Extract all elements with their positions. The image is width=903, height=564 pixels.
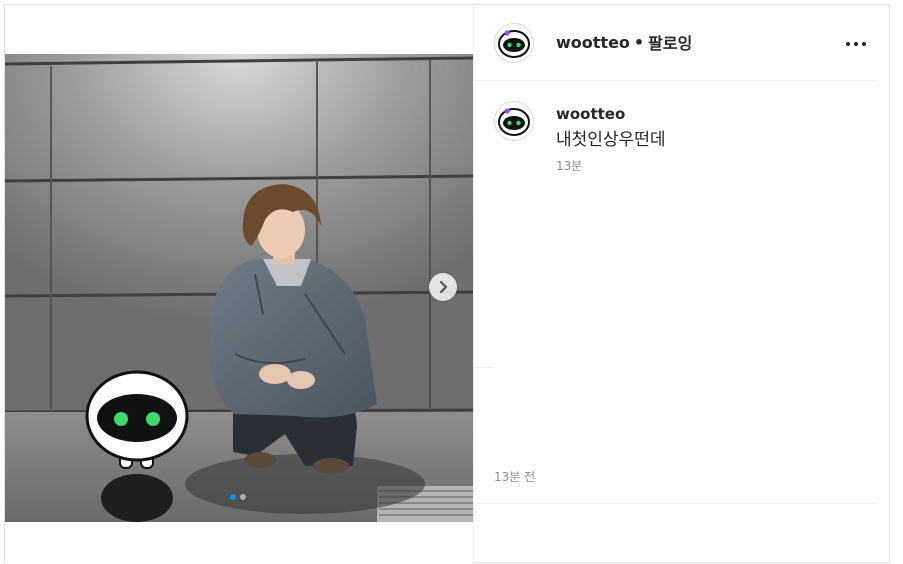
more-options-button[interactable] — [846, 37, 866, 51]
chevron-right-icon — [439, 280, 448, 294]
divider — [474, 503, 876, 504]
carousel-next-button[interactable] — [429, 273, 457, 301]
robot-avatar-icon — [498, 108, 530, 136]
caption-username-link[interactable]: wootteo — [556, 105, 625, 123]
post-photo — [5, 54, 473, 522]
caption-text: 내첫인상우떤데 — [556, 130, 666, 150]
username-link[interactable]: wootteo — [556, 33, 630, 52]
avatar[interactable] — [494, 101, 534, 141]
divider — [474, 367, 494, 368]
carousel-dot-2 — [240, 494, 246, 500]
more-options-icon — [862, 42, 866, 46]
more-options-icon — [854, 42, 858, 46]
more-options-icon — [846, 42, 850, 46]
photo-illustration — [5, 54, 473, 522]
post-modal: wootteo • 팔로잉 wootteo 내첫인상우떤데 13분 13분 전 — [4, 4, 891, 564]
carousel-indicator — [230, 494, 246, 500]
separator-dot: • — [633, 32, 645, 52]
avatar[interactable] — [494, 23, 534, 63]
media-area — [5, 5, 473, 564]
post-timestamp[interactable]: 13분 전 — [494, 468, 535, 485]
post-header: wootteo • 팔로잉 — [474, 5, 876, 81]
robot-avatar-icon — [498, 30, 530, 58]
carousel-dot-1 — [230, 494, 236, 500]
post-detail-panel: wootteo • 팔로잉 wootteo 내첫인상우떤데 13분 13분 전 — [473, 5, 891, 564]
following-button[interactable]: 팔로잉 — [648, 30, 692, 54]
header-user-info: wootteo • 팔로잉 — [556, 30, 692, 54]
caption-timestamp[interactable]: 13분 — [556, 157, 582, 174]
